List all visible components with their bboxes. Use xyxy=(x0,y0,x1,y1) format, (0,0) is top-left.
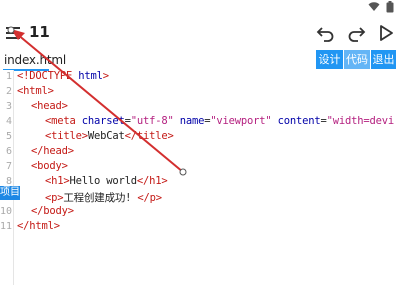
line-number: 4 xyxy=(5,116,12,127)
view-mode-segment: 设计 代码 退出 xyxy=(316,50,396,69)
page-title: 11 xyxy=(29,23,50,41)
code-token: WebCat xyxy=(87,130,125,142)
code-token: "width=devi xyxy=(326,115,395,127)
code-token: <head> xyxy=(31,100,68,112)
code-line-10: </body> xyxy=(31,205,74,217)
status-bar xyxy=(0,0,400,16)
code-line-4: <meta charset="utf-8" name="viewport" co… xyxy=(45,115,394,127)
line-number: 10 xyxy=(0,206,13,217)
file-tab-index-html[interactable]: index.html xyxy=(4,53,66,67)
battery-icon xyxy=(386,1,394,13)
code-token: </body> xyxy=(31,205,74,217)
code-token: <html> xyxy=(17,85,54,97)
menu-icon[interactable] xyxy=(4,24,22,42)
code-token: <p> xyxy=(45,192,64,204)
code-line-1: <!DOCTYPE html> xyxy=(17,70,109,82)
code-line-2: <html> xyxy=(17,85,54,97)
exit-button[interactable]: 退出 xyxy=(371,50,396,69)
code-token: content xyxy=(271,115,321,127)
code-line-6: </head> xyxy=(31,145,74,157)
code-token: </title> xyxy=(124,130,174,142)
line-number: 5 xyxy=(5,131,12,142)
design-mode-button[interactable]: 设计 xyxy=(316,50,343,69)
toolbar: 11 xyxy=(0,16,400,50)
code-mode-button[interactable]: 代码 xyxy=(344,50,370,69)
line-number: 6 xyxy=(5,146,12,157)
code-token: <h1> xyxy=(45,175,70,187)
line-number: 2 xyxy=(5,86,12,97)
code-token: html xyxy=(78,70,103,82)
code-token: <meta xyxy=(45,115,82,127)
project-panel-tab[interactable]: 项目 xyxy=(0,186,20,200)
code-token: Hello world xyxy=(69,175,138,187)
code-token: </h1> xyxy=(136,175,168,187)
code-line-9: <p>工程创建成功! </p> xyxy=(45,190,162,205)
line-number: 3 xyxy=(5,101,12,112)
code-token: <body> xyxy=(31,160,68,172)
code-token: </html> xyxy=(17,220,60,232)
code-token: "utf-8" xyxy=(130,115,174,127)
line-number: 1 xyxy=(5,71,12,82)
status-icons xyxy=(368,1,394,13)
code-token: </head> xyxy=(31,145,74,157)
code-line-5: <title>WebCat</title> xyxy=(45,130,174,142)
code-token: name xyxy=(173,115,205,127)
code-token: charset xyxy=(81,115,125,127)
code-editor[interactable]: 1 2 3 4 5 6 7 8 9 10 11 <!DOCTYPE html> … xyxy=(0,70,400,285)
gutter-divider xyxy=(13,70,14,285)
code-line-3: <head> xyxy=(31,100,68,112)
line-number: 7 xyxy=(5,161,12,172)
redo-icon[interactable] xyxy=(346,23,366,43)
code-token: </p> xyxy=(131,192,162,204)
play-icon[interactable] xyxy=(376,23,396,43)
code-line-11: </html> xyxy=(17,220,60,232)
code-token: "viewport" xyxy=(210,115,272,127)
code-token: <title> xyxy=(45,130,88,142)
code-token: <!DOCTYPE xyxy=(17,70,79,82)
code-token: > xyxy=(102,70,109,82)
line-number: 11 xyxy=(0,221,13,232)
code-token: 工程创建成功! xyxy=(63,192,132,204)
code-line-8: <h1>Hello world</h1> xyxy=(45,175,168,187)
wifi-icon xyxy=(368,2,380,11)
undo-icon[interactable] xyxy=(316,23,336,43)
code-line-7: <body> xyxy=(31,160,68,172)
